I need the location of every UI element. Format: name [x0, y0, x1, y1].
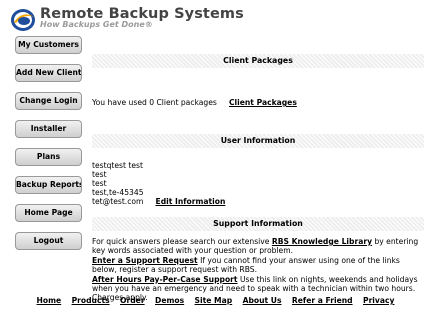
- support-text-block: For quick answers please search our exte…: [92, 237, 424, 303]
- footer-order-link[interactable]: Order: [120, 296, 145, 305]
- footer-nav: Home Products Order Demos Site Map About…: [0, 296, 431, 305]
- knowledge-library-link[interactable]: RBS Knowledge Library: [272, 237, 372, 246]
- user-name: testqtest test: [92, 161, 143, 170]
- plans-button[interactable]: Plans: [15, 148, 82, 166]
- client-packages-row: You have used 0 Client packages Client P…: [92, 98, 297, 107]
- installer-button[interactable]: Installer: [15, 120, 82, 138]
- user-email-row: tet@test.com Edit Information: [92, 197, 225, 206]
- add-new-client-button[interactable]: Add New Client: [15, 64, 82, 82]
- support-request-link[interactable]: Enter a Support Request: [92, 256, 198, 265]
- knowledge-library-paragraph: For quick answers please search our exte…: [92, 237, 424, 256]
- support-request-paragraph: Enter a Support Request If you cannot fi…: [92, 256, 424, 275]
- rbs-logo-icon: [11, 9, 35, 31]
- change-login-button[interactable]: Change Login: [15, 92, 82, 110]
- home-page-button[interactable]: Home Page: [15, 204, 82, 222]
- client-packages-heading: Client Packages: [92, 54, 424, 68]
- user-line-3: test: [92, 179, 107, 188]
- sidebar-nav: My Customers Add New Client Change Login…: [15, 36, 82, 260]
- footer-products-link[interactable]: Products: [72, 296, 110, 305]
- footer-refer-a-friend-link[interactable]: Refer a Friend: [292, 296, 353, 305]
- user-information-heading: User Information: [92, 134, 424, 148]
- logout-button[interactable]: Logout: [15, 232, 82, 250]
- support-information-heading: Support Information: [92, 217, 424, 231]
- footer-site-map-link[interactable]: Site Map: [195, 296, 233, 305]
- footer-about-us-link[interactable]: About Us: [243, 296, 282, 305]
- user-line-2: test: [92, 170, 107, 179]
- my-customers-button[interactable]: My Customers: [15, 36, 82, 54]
- after-hours-support-link[interactable]: After Hours Pay-Per-Case Support: [92, 275, 238, 284]
- backup-reports-button[interactable]: Backup Reports: [15, 176, 82, 194]
- footer-home-link[interactable]: Home: [37, 296, 62, 305]
- edit-information-link[interactable]: Edit Information: [156, 197, 226, 206]
- footer-demos-link[interactable]: Demos: [155, 296, 184, 305]
- user-email: tet@test.com: [92, 197, 144, 206]
- kb-prefix-text: For quick answers please search our exte…: [92, 237, 270, 246]
- footer-privacy-link[interactable]: Privacy: [363, 296, 394, 305]
- client-packages-usage: You have used 0 Client packages: [92, 98, 217, 107]
- client-packages-link[interactable]: Client Packages: [229, 98, 297, 107]
- user-location: test,te-45345: [92, 188, 144, 197]
- brand: Remote Backup Systems How Backups Get Do…: [40, 6, 244, 29]
